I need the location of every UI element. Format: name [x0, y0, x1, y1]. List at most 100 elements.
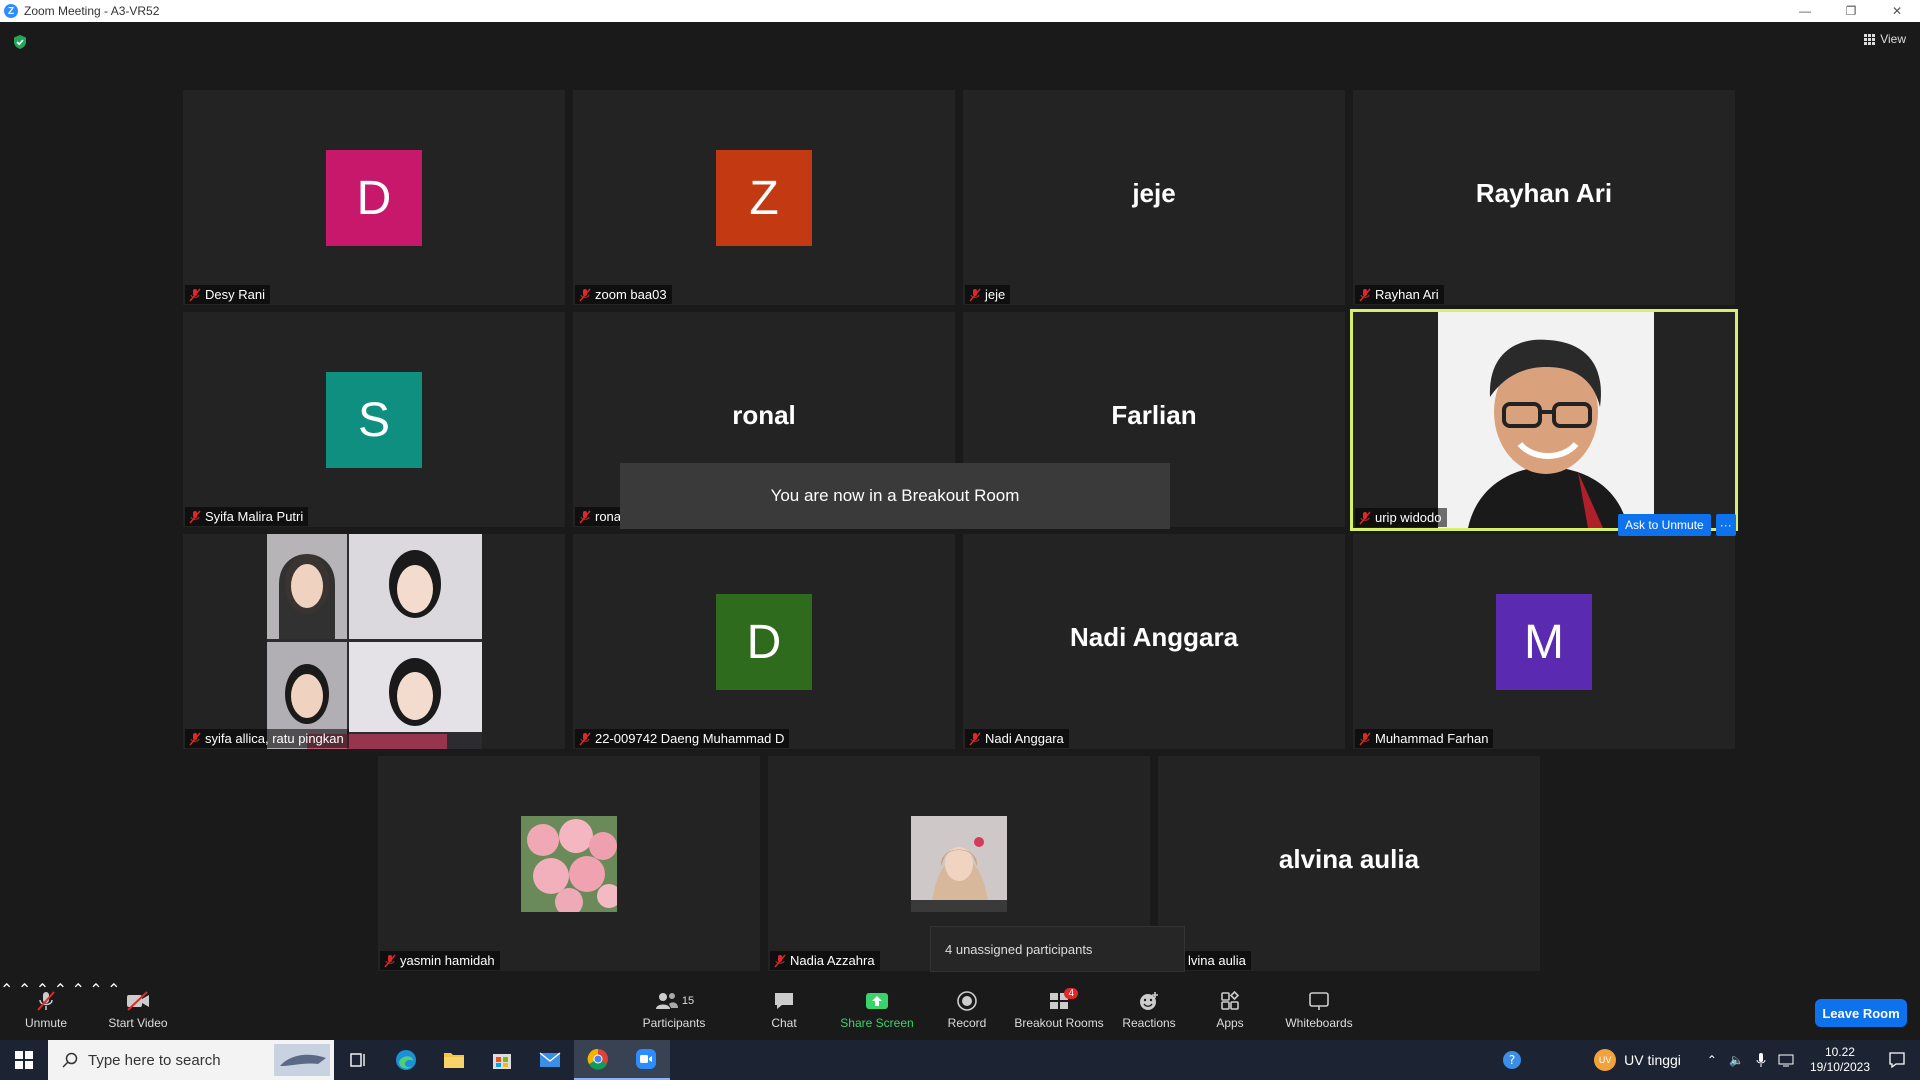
share-screen-button[interactable]: Share Screen [840, 980, 914, 1040]
participant-name-bar: rona [575, 507, 627, 526]
chat-icon [771, 990, 797, 1012]
participant-tile[interactable]: Nadi Anggara Nadi Anggara [963, 534, 1345, 749]
restore-button[interactable]: ❐ [1828, 0, 1874, 22]
unassigned-participants-popup[interactable]: 4 unassigned participants [930, 926, 1185, 972]
avatar: Z [716, 150, 812, 246]
participant-display-name: Nadi Anggara [1069, 622, 1239, 652]
participant-name-bar: Muhammad Farhan [1355, 729, 1494, 748]
mic-muted-icon [1359, 288, 1371, 301]
reactions-button[interactable]: Reactions [1118, 980, 1180, 1040]
mic-muted-icon [1359, 511, 1371, 524]
apps-caret-icon[interactable]: ⌃ [89, 982, 102, 999]
microphone-icon[interactable] [1756, 1052, 1766, 1068]
participant-name: 22-009742 Daeng Muhammad D [595, 731, 785, 746]
chat-button[interactable]: Chat [766, 980, 802, 1040]
speaker-actions: Ask to Unmute ··· [1618, 514, 1736, 536]
participant-name: zoom baa03 [595, 287, 667, 302]
participant-display-name: Farlian [1111, 400, 1197, 430]
participant-name: Syifa Malira Putri [205, 509, 304, 524]
participant-name: Rayhan Ari [1375, 287, 1439, 302]
help-tray-button[interactable]: ? [1488, 1050, 1536, 1070]
audio-options-caret-icon[interactable]: ⌃ [0, 982, 13, 999]
file-explorer-taskbar-button[interactable] [430, 1040, 478, 1080]
close-button[interactable]: ✕ [1874, 0, 1920, 22]
participant-tile[interactable]: syifa allica, ratu pingkan [183, 534, 565, 749]
mic-muted-icon [579, 510, 591, 523]
edge-taskbar-button[interactable] [382, 1040, 430, 1080]
participants-icon: 15 [651, 990, 697, 1012]
breakout-rooms-button[interactable]: 4 Breakout Rooms [1012, 980, 1106, 1040]
mail-taskbar-button[interactable] [526, 1040, 574, 1080]
participant-name-bar: Nadi Anggara [965, 729, 1069, 748]
zoom-taskbar-button[interactable] [622, 1040, 670, 1080]
store-icon [493, 1054, 511, 1069]
avatar: S [326, 372, 422, 468]
mic-muted-icon [969, 288, 981, 301]
participant-tile[interactable]: jeje jeje [963, 90, 1345, 305]
search-placeholder: Type here to search [88, 1051, 221, 1069]
participant-name: Nadia Azzahra [790, 953, 875, 968]
share-screen-label: Share Screen [840, 1016, 914, 1030]
participant-tile[interactable]: Z zoom baa03 [573, 90, 955, 305]
record-label: Record [947, 1016, 987, 1030]
folder-icon [444, 1053, 464, 1068]
record-button[interactable]: Record [944, 980, 990, 1040]
window-title-bar: Z Zoom Meeting - A3-VR52 — ❐ ✕ [0, 0, 1920, 22]
task-view-button[interactable] [334, 1040, 382, 1080]
window-title: Zoom Meeting - A3-VR52 [24, 4, 160, 18]
ask-to-unmute-button[interactable]: Ask to Unmute [1618, 514, 1711, 536]
breakout-rooms-label: Breakout Rooms [1014, 1016, 1104, 1030]
start-video-button[interactable]: Start Video [104, 980, 172, 1040]
participant-tile[interactable]: yasmin hamidah [378, 756, 760, 971]
participant-name: rona [595, 509, 622, 524]
taskbar-search-box[interactable]: Type here to search [48, 1040, 334, 1080]
taskbar-clock[interactable]: 10.22 19/10/2023 [1810, 1045, 1870, 1075]
whiteboards-button[interactable]: Whiteboards [1282, 980, 1356, 1040]
apps-icon [1217, 990, 1243, 1012]
participants-button[interactable]: 15 Participants [640, 980, 708, 1040]
avatar: M [1496, 594, 1592, 690]
participants-label: Participants [642, 1016, 706, 1030]
chat-label: Chat [771, 1016, 797, 1030]
participant-tile[interactable]: alvina aulia lvina aulia [1158, 756, 1540, 971]
search-icon [62, 1052, 78, 1068]
network-icon[interactable] [1778, 1053, 1794, 1067]
participant-tile[interactable]: D 22-009742 Daeng Muhammad D [573, 534, 955, 749]
leave-room-button[interactable]: Leave Room [1815, 999, 1907, 1027]
windows-logo-icon [15, 1051, 33, 1069]
windows-start-button[interactable] [0, 1040, 48, 1080]
weather-widget[interactable]: UV UV tinggi [1594, 1049, 1681, 1071]
store-taskbar-button[interactable] [478, 1040, 526, 1080]
profile-picture [911, 816, 1007, 912]
participant-name: Desy Rani [205, 287, 265, 302]
chrome-taskbar-button[interactable] [574, 1040, 622, 1080]
notifications-icon[interactable] [1888, 1051, 1906, 1069]
volume-icon[interactable]: 🔈 [1729, 1053, 1744, 1067]
minimize-button[interactable]: — [1782, 0, 1828, 22]
participant-tile[interactable]: Rayhan Ari Rayhan Ari [1353, 90, 1735, 305]
zoom-logo-icon: Z [4, 4, 18, 18]
breakout-badge: 4 [1064, 988, 1078, 999]
window-controls: — ❐ ✕ [1782, 0, 1920, 22]
active-speaker-tile[interactable]: urip widodo [1350, 309, 1738, 531]
view-button[interactable]: View [1864, 32, 1906, 46]
apps-button[interactable]: Apps [1212, 980, 1248, 1040]
participant-tile[interactable]: S Syifa Malira Putri [183, 312, 565, 527]
security-shield-icon[interactable] [12, 34, 28, 50]
mic-muted-icon [969, 732, 981, 745]
reactions-icon [1136, 990, 1162, 1012]
mic-muted-icon [189, 510, 201, 523]
show-hidden-icons-chevron-icon[interactable]: ⌃ [1707, 1053, 1717, 1067]
video-off-icon [125, 990, 151, 1012]
record-icon [954, 990, 980, 1012]
participant-tile[interactable]: M Muhammad Farhan [1353, 534, 1735, 749]
share-screen-icon [864, 990, 890, 1012]
participant-name: Nadi Anggara [985, 731, 1064, 746]
participant-display-name: alvina aulia [1278, 844, 1420, 874]
more-options-button[interactable]: ··· [1715, 514, 1736, 536]
participant-name-bar: yasmin hamidah [380, 951, 500, 970]
mic-muted-icon [579, 732, 591, 745]
participant-tile[interactable]: D Desy Rani [183, 90, 565, 305]
mic-muted-icon [774, 954, 786, 967]
unmute-button[interactable]: Unmute [18, 980, 74, 1040]
